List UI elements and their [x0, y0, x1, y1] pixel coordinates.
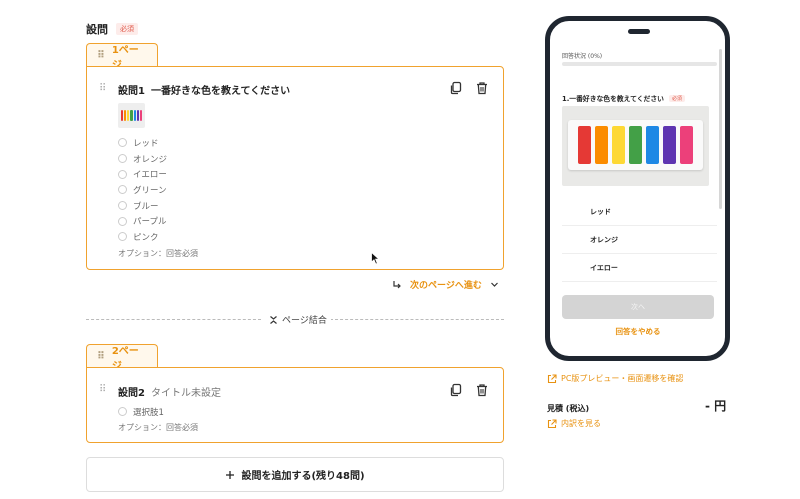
radio-icon [118, 185, 127, 195]
question-number: 設問1 [118, 86, 145, 97]
mobile-preview: 回答状況 (0%) 1.一番好きな色を教えてください 必須 レッド オレンジ イ… [545, 16, 730, 361]
crayon-swatch [663, 126, 676, 164]
crayon-swatch [595, 126, 608, 164]
crayon-swatch [680, 126, 693, 164]
external-link-icon [547, 373, 557, 383]
add-question-button[interactable]: 設問を追加する(残り48問) [86, 457, 504, 492]
crayon-swatch [578, 126, 591, 164]
crayon-swatch [612, 126, 625, 164]
radio-icon [118, 154, 127, 164]
question-card-2[interactable]: ⠿ 設問2 タイトル未設定 選択肢1 オプション：回答必須 [86, 367, 504, 443]
option-item: オレンジ [118, 151, 167, 167]
divider [330, 319, 504, 320]
radio-icon [118, 407, 127, 417]
radio-icon [118, 169, 127, 179]
question-card-1[interactable]: ⠿ 設問1 一番好きな色を教えてください レッド オレンジ イエロー グリーン … [86, 66, 504, 270]
mouse-cursor-icon [371, 252, 380, 265]
question-image-thumbnail[interactable] [118, 103, 145, 128]
phone-notch [628, 29, 650, 34]
breakdown-link[interactable]: 内訳を見る [547, 418, 601, 429]
question-1-title: 設問1 一番好きな色を教えてください [118, 82, 290, 97]
crayon-swatch [127, 110, 130, 121]
preview-question-image [562, 106, 709, 186]
page-merge-button[interactable]: ページ結合 [265, 313, 331, 326]
copy-icon[interactable] [449, 81, 463, 95]
answer-status: 回答状況 (0%) [562, 53, 603, 60]
trash-icon[interactable] [475, 383, 489, 397]
next-page-label: 次のページへ進む [410, 281, 482, 291]
drag-handle-icon[interactable]: ⠿ [99, 83, 106, 94]
pc-preview-link[interactable]: PC版プレビュー・画面遷移を確認 [547, 373, 683, 384]
option-item: グリーン [118, 182, 167, 198]
option-item: イエロー [118, 166, 167, 182]
trash-icon[interactable] [475, 81, 489, 95]
page-merge-label: ページ結合 [282, 316, 327, 326]
radio-icon [118, 138, 127, 148]
drag-handle-icon[interactable]: ⠿ [97, 50, 105, 61]
crayon-swatch [121, 110, 124, 121]
page-1-tab[interactable]: ⠿ 1ページ [86, 43, 158, 71]
next-page-selector[interactable]: 次のページへ進む [392, 278, 499, 291]
chevron-down-icon [490, 282, 498, 287]
branch-arrow-icon [393, 280, 401, 288]
preview-question-title: 1.一番好きな色を教えてください 必須 [562, 93, 685, 103]
crayon-swatch [136, 110, 139, 121]
preview-option[interactable]: オレンジ [562, 226, 717, 254]
page-2-tab[interactable]: ⠿ 2ページ [86, 344, 158, 372]
option-item: ブルー [118, 198, 167, 214]
copy-icon[interactable] [449, 383, 463, 397]
question-2-title: 設問2 タイトル未設定 [118, 384, 221, 399]
crayon-swatch [133, 110, 136, 121]
divider [86, 319, 261, 320]
crayon-swatch [646, 126, 659, 164]
drag-handle-icon[interactable]: ⠿ [97, 351, 105, 362]
crayon-swatch [130, 110, 133, 121]
add-question-label: 設問を追加する(残り48問) [241, 471, 365, 482]
option-item: パープル [118, 213, 167, 229]
question-2-footnote: オプション：回答必須 [118, 423, 198, 432]
crayon-swatch [139, 110, 142, 121]
estimate-label: 見積 (税込) [547, 404, 590, 413]
question-text: 一番好きな色を教えてください [150, 86, 291, 97]
options-list: レッド オレンジ イエロー グリーン ブルー パープル ピンク [118, 135, 167, 245]
question-number: 設問2 [118, 388, 145, 399]
merge-icon [270, 315, 277, 324]
section-header: 設問 必須 [86, 21, 138, 37]
question-text: タイトル未設定 [150, 388, 221, 399]
preview-quit-button[interactable]: 回答をやめる [562, 326, 714, 337]
required-badge: 必須 [668, 94, 685, 102]
preview-option[interactable]: イエロー [562, 254, 717, 282]
option-item: ピンク [118, 229, 167, 245]
plus-icon [226, 470, 235, 479]
external-link-icon [547, 418, 557, 428]
question-1-footnote: オプション：回答必須 [118, 249, 198, 258]
crayon-tray [568, 120, 703, 170]
radio-icon [118, 232, 127, 242]
radio-icon [118, 201, 127, 211]
drag-handle-icon[interactable]: ⠿ [99, 384, 106, 395]
preview-option[interactable]: レッド [562, 198, 717, 226]
crayon-swatch [629, 126, 642, 164]
option-item: レッド [118, 135, 167, 151]
radio-icon [118, 216, 127, 226]
section-title: 設問 [86, 23, 108, 36]
preview-next-button[interactable]: 次へ [562, 295, 714, 319]
crayon-swatch [124, 110, 127, 121]
progress-bar [562, 62, 717, 66]
required-badge: 必須 [116, 23, 138, 35]
option-item: 選択肢1 [118, 404, 164, 420]
estimate-value: - 円 [705, 399, 727, 413]
options-list: 選択肢1 [118, 404, 164, 420]
scrollbar[interactable] [719, 49, 722, 209]
